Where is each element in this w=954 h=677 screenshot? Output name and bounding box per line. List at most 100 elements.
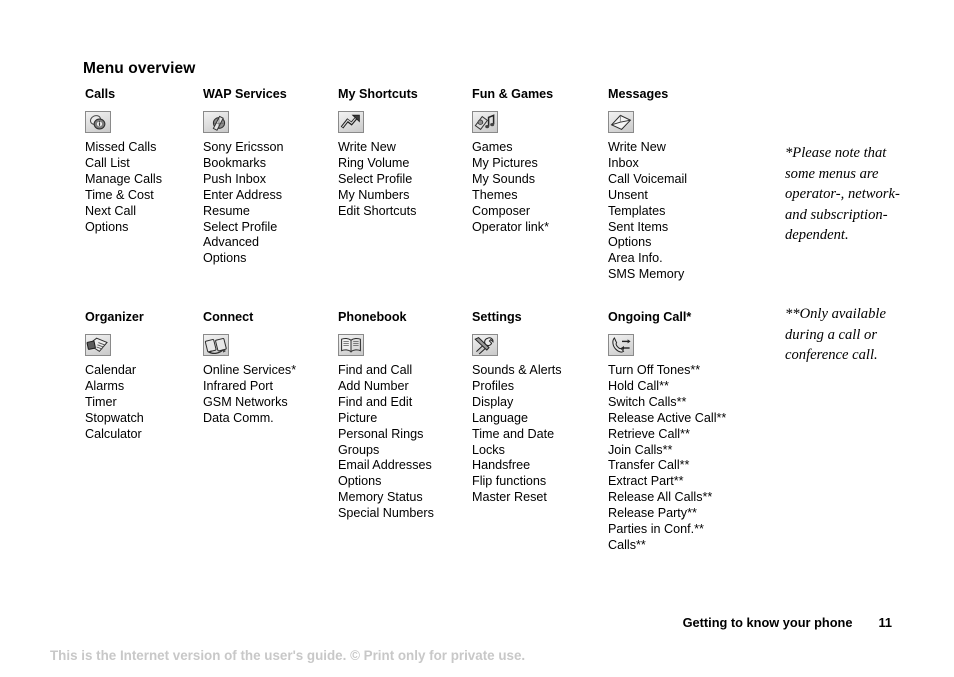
menu-item: Calls** xyxy=(608,537,646,552)
footnote-call-only: **Only available during a call or confer… xyxy=(785,306,886,364)
menu-item: Retrieve Call** xyxy=(608,426,690,441)
menu-item: Options xyxy=(338,474,382,489)
menu-item-list-wap-services: Sony Ericsson Bookmarks Push Inbox Enter Ad… xyxy=(203,140,353,267)
menu-item: Calculator xyxy=(85,426,142,441)
menu-item: Picture xyxy=(338,410,378,425)
menu-item: Bookmarks xyxy=(203,155,266,170)
menu-column-heading-fun-and-games: Fun & Games xyxy=(472,87,554,101)
organizer-icon xyxy=(85,334,111,356)
menu-item-list-phonebook: Find and Call Add Number Find and Edit Pict… xyxy=(338,363,488,522)
menu-item: Profiles xyxy=(472,378,514,393)
menu-item: GSM Networks xyxy=(203,394,288,409)
menu-column-my-shortcuts: My Shortcuts Write New Ring Volume Select … xyxy=(338,87,488,220)
menu-item: Hold Call** xyxy=(608,378,669,393)
menu-item: Write New xyxy=(608,140,666,154)
menu-item-list-settings: Sounds & Alerts Profiles Display Language Ti… xyxy=(472,363,622,506)
menu-item: Release Active Call** xyxy=(608,410,727,425)
menu-column-ongoing-call: Ongoing Call* Turn Off Tones** Hold Call*… xyxy=(608,310,758,554)
menu-item-list-ongoing-call: Turn Off Tones** Hold Call** Switch Calls*… xyxy=(608,363,758,554)
menu-item: Memory Status xyxy=(338,490,423,505)
footer-page-number: 11 xyxy=(878,615,892,630)
calls-icon xyxy=(85,111,111,133)
menu-item: Options xyxy=(608,235,652,250)
menu-item: Enter Address xyxy=(203,187,283,202)
menu-item: Add Number xyxy=(338,378,409,393)
menu-item: Release Party** xyxy=(608,506,697,521)
menu-column-phonebook: Phonebook Find and Call Add Number Find an… xyxy=(338,310,488,522)
menu-item: Sent Items xyxy=(608,219,669,234)
menu-item: Language xyxy=(472,410,529,425)
menu-item: Edit Shortcuts xyxy=(338,203,417,218)
menu-item: Find and Call xyxy=(338,363,413,377)
menu-column-heading-my-shortcuts: My Shortcuts xyxy=(338,87,418,101)
menu-item: Area Info. xyxy=(608,251,663,266)
menu-column-connect: Connect Online Services* Infrared Port GSM… xyxy=(203,310,353,427)
menu-column-heading-messages: Messages xyxy=(608,87,669,101)
menu-item: Display xyxy=(472,394,514,409)
menu-item: Unsent xyxy=(608,187,648,202)
menu-item-list-messages: Write New Inbox Call Voicemail Unsent Templa… xyxy=(608,140,758,283)
menu-item: Time and Date xyxy=(472,426,555,441)
menu-item: Push Inbox xyxy=(203,171,267,186)
menu-item: Personal Rings xyxy=(338,426,424,441)
footer-legal-notice: This is the Internet version of the user… xyxy=(50,648,526,663)
menu-column-heading-wap-services: WAP Services xyxy=(203,87,287,101)
menu-item: Games xyxy=(472,140,513,154)
menu-item: Parties in Conf.** xyxy=(608,522,704,537)
menu-item: Data Comm. xyxy=(203,410,274,425)
menu-item: Sounds & Alerts xyxy=(472,363,562,377)
menu-item: Online Services* xyxy=(203,363,297,377)
menu-item: Release All Calls** xyxy=(608,490,713,505)
menu-item: My Pictures xyxy=(472,155,538,170)
ongoing-call-icon xyxy=(608,334,634,356)
menu-item: My Sounds xyxy=(472,171,535,186)
manual-page: Menu overview Calls Missed Calls Call Lis… xyxy=(0,0,954,677)
menu-column-wap-services: WAP Services Sony Ericsson Bookmarks Push … xyxy=(203,87,353,267)
menu-item: Options xyxy=(203,251,247,266)
menu-item: Find and Edit xyxy=(338,394,413,409)
footer-chapter-title: Getting to know your phone xyxy=(682,615,853,630)
menu-column-fun-and-games: Fun & Games Games My Pictures My Sounds The… xyxy=(472,87,622,235)
page-title: Menu overview xyxy=(83,60,196,77)
menu-item: Resume xyxy=(203,203,250,218)
phonebook-icon xyxy=(338,334,364,356)
menu-item-list-connect: Online Services* Infrared Port GSM Network… xyxy=(203,363,353,427)
menu-item: Email Addresses xyxy=(338,458,432,473)
menu-item: Special Numbers xyxy=(338,506,434,521)
footnote-operator-dependent: *Please note that some menus are operato… xyxy=(785,145,900,244)
menu-item: Join Calls** xyxy=(608,442,673,457)
menu-item: Sony Ericsson xyxy=(203,140,284,154)
menu-item: Write New xyxy=(338,140,396,154)
wap-services-icon xyxy=(203,111,229,133)
menu-column-messages: Messages Write New Inbox Call Voicemail Uns… xyxy=(608,87,758,283)
menu-item: Advanced xyxy=(203,235,260,250)
menu-column-heading-connect: Connect xyxy=(203,310,254,324)
menu-item: Extract Part** xyxy=(608,474,684,489)
menu-item: Select Profile xyxy=(203,219,278,234)
messages-icon xyxy=(608,111,634,133)
menu-item-list-my-shortcuts: Write New Ring Volume Select Profile My Num… xyxy=(338,140,488,220)
menu-item: Select Profile xyxy=(338,171,413,186)
my-shortcuts-icon xyxy=(338,111,364,133)
menu-item: Templates xyxy=(608,203,666,218)
menu-item: Switch Calls** xyxy=(608,394,687,409)
menu-item: Infrared Port xyxy=(203,378,273,393)
menu-item: Themes xyxy=(472,187,518,202)
menu-item: Inbox xyxy=(608,155,639,170)
menu-item: Handsfree xyxy=(472,458,531,473)
fun-and-games-icon xyxy=(472,111,498,133)
connect-icon xyxy=(203,334,229,356)
menu-item: Composer xyxy=(472,203,531,218)
menu-item: My Numbers xyxy=(338,187,410,202)
menu-item: Flip functions xyxy=(472,474,547,489)
menu-item: Master Reset xyxy=(472,490,547,505)
menu-item: Locks xyxy=(472,442,505,457)
footer-chapter-line: Getting to know your phone 11 xyxy=(0,615,892,630)
menu-column-heading-ongoing-call: Ongoing Call* xyxy=(608,310,692,324)
menu-item: Transfer Call** xyxy=(608,458,690,473)
menu-item: Turn Off Tones** xyxy=(608,363,701,377)
settings-icon xyxy=(472,334,498,356)
menu-column-settings: Settings Sounds & Alerts Profiles Display L… xyxy=(472,310,622,506)
menu-item: SMS Memory xyxy=(608,267,685,282)
menu-column-heading-settings: Settings xyxy=(472,310,522,324)
